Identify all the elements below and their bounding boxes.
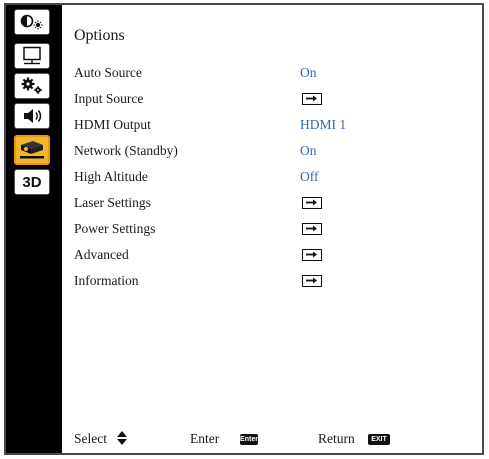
3d-icon: 3D	[22, 173, 42, 191]
up-down-arrows-icon	[116, 430, 128, 450]
submenu-arrow-icon	[302, 223, 322, 235]
menu-row-input-source[interactable]: Input Source	[74, 91, 474, 109]
select-hint-label: Select	[74, 431, 107, 446]
menu-row-label: Network (Standby)	[74, 143, 178, 158]
menu-row-label: Information	[74, 273, 139, 288]
menu-row-high-altitude[interactable]: High Altitude Off	[74, 169, 474, 187]
osd-window: 3D Options Auto Source On Input Source H…	[4, 3, 484, 455]
menu-row-value: HDMI 1	[300, 117, 347, 132]
menu-row-information[interactable]: Information	[74, 273, 474, 291]
menu-row-label: High Altitude	[74, 169, 148, 184]
projector-options-icon	[17, 139, 47, 161]
submenu-arrow-icon	[302, 197, 322, 209]
menu-row-power-settings[interactable]: Power Settings	[74, 221, 474, 239]
options-panel: Options Auto Source On Input Source HDMI…	[62, 5, 482, 453]
sidebar-item-options[interactable]	[14, 135, 50, 165]
exit-key-icon: EXIT	[368, 434, 390, 445]
osd-sidebar: 3D	[6, 5, 62, 453]
sidebar-item-settings[interactable]	[14, 73, 50, 99]
menu-row-advanced[interactable]: Advanced	[74, 247, 474, 265]
menu-row-value: On	[300, 65, 317, 80]
sidebar-item-3d[interactable]: 3D	[14, 169, 50, 195]
volume-icon	[20, 107, 44, 125]
menu-row-auto-source[interactable]: Auto Source On	[74, 65, 474, 83]
sidebar-item-audio[interactable]	[14, 103, 50, 129]
menu-row-label: Advanced	[74, 247, 129, 262]
menu-row-laser-settings[interactable]: Laser Settings	[74, 195, 474, 213]
settings-icon	[19, 76, 45, 96]
submenu-arrow-icon	[302, 275, 322, 287]
screen-icon	[20, 46, 44, 66]
menu-row-label: Laser Settings	[74, 195, 151, 210]
enter-hint-label: Enter	[190, 431, 220, 446]
menu-row-label: Power Settings	[74, 221, 156, 236]
menu-row-label: Input Source	[74, 91, 144, 106]
menu-row-network-standby[interactable]: Network (Standby) On	[74, 143, 474, 161]
submenu-arrow-icon	[302, 249, 322, 261]
sidebar-item-picture[interactable]	[14, 9, 50, 35]
menu-row-value: Off	[300, 169, 319, 184]
submenu-arrow-icon	[302, 93, 322, 105]
menu-row-hdmi-output[interactable]: HDMI Output HDMI 1	[74, 117, 474, 135]
picture-icon	[19, 13, 45, 31]
return-hint-label: Return	[318, 431, 355, 446]
sidebar-item-screen[interactable]	[14, 43, 50, 69]
menu-row-label: Auto Source	[74, 65, 142, 80]
page-title: Options	[74, 27, 125, 44]
osd-footer-hints: Select Enter Enter Return EXIT	[62, 425, 482, 453]
menu-row-label: HDMI Output	[74, 117, 151, 132]
menu-row-value: On	[300, 143, 317, 158]
enter-key-icon: Enter	[240, 434, 258, 445]
